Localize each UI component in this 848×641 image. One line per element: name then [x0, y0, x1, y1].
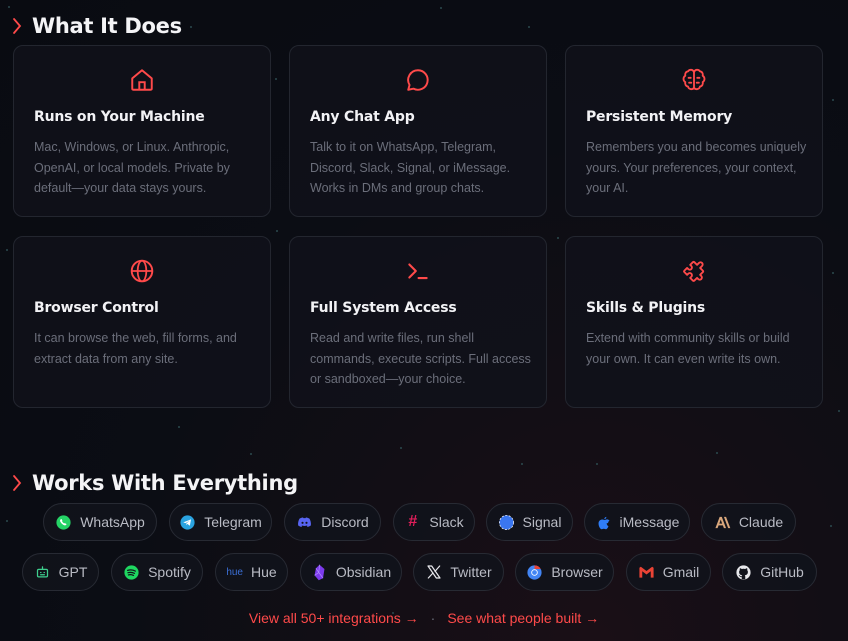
integration-chip-imessage[interactable]: iMessage [584, 503, 690, 541]
slack-icon: # [408, 513, 418, 530]
integration-chip-github[interactable]: GitHub [722, 553, 817, 591]
feature-card-browser: Browser Control It can browse the web, f… [13, 236, 271, 408]
integration-label: GitHub [760, 564, 804, 580]
integration-label: Obsidian [335, 564, 392, 580]
integration-links: View all 50+ integrations → · See what peo… [0, 610, 848, 626]
integration-chip-obsidian[interactable]: Obsidian [300, 553, 402, 591]
claude-icon [714, 514, 731, 531]
home-icon [131, 69, 153, 91]
showcase-link[interactable]: See what people built → [447, 610, 599, 626]
whatsapp-icon [55, 514, 72, 531]
integration-chip-gmail[interactable]: Gmail [626, 553, 711, 591]
hue-icon: hue [226, 566, 243, 578]
spotify-icon [123, 564, 140, 581]
integration-chip-telegram[interactable]: Telegram [169, 503, 272, 541]
feature-description: Extend with community skills or build yo… [586, 331, 790, 366]
feature-description: Talk to it on WhatsApp, Telegram, Discor… [310, 140, 511, 195]
gmail-icon [638, 564, 655, 581]
feature-card-chat-app: Any Chat App Talk to it on WhatsApp, Tel… [289, 45, 547, 217]
link-separator: · [430, 610, 436, 626]
integration-chip-browser[interactable]: Browser [515, 553, 614, 591]
globe-icon [130, 259, 154, 283]
integrations-heading: Works With Everything [12, 471, 298, 495]
integration-chip-spotify[interactable]: Spotify [111, 553, 203, 591]
feature-description: It can browse the web, fill forms, and e… [34, 331, 237, 366]
terminal-icon [408, 263, 428, 280]
feature-title: Full System Access [310, 300, 457, 316]
feature-title: Runs on Your Machine [34, 109, 205, 125]
section-title-features: What It Does [32, 14, 182, 38]
feature-card-runs-local: Runs on Your Machine Mac, Windows, or Li… [13, 45, 271, 217]
integration-label: WhatsApp [80, 514, 145, 530]
feature-card-system-access: Full System Access Read and write files,… [289, 236, 547, 408]
integration-label: Hue [251, 564, 277, 580]
signal-icon [498, 514, 515, 531]
features-heading: What It Does [12, 14, 182, 38]
chevron-right-icon [13, 18, 22, 34]
integration-chip-gpt[interactable]: GPT [22, 553, 99, 591]
discord-icon [296, 514, 313, 531]
section-title-integrations: Works With Everything [32, 471, 298, 495]
integration-label: Signal [522, 514, 562, 530]
feature-title: Any Chat App [310, 109, 415, 125]
integration-chip-discord[interactable]: Discord [284, 503, 381, 541]
brain-icon [682, 68, 706, 90]
integration-chip-twitter[interactable]: Twitter [413, 553, 504, 591]
integration-label: iMessage [619, 514, 680, 530]
puzzle-icon [683, 260, 705, 282]
feature-description: Remembers you and becomes uniquely yours… [586, 140, 807, 195]
integration-label: Twitter [450, 564, 492, 580]
obsidian-icon [311, 564, 328, 581]
integration-chip-claude[interactable]: Claude [701, 503, 796, 541]
integration-label: GPT [58, 564, 88, 580]
telegram-icon [179, 514, 196, 531]
feature-card-skills: Skills & Plugins Extend with community s… [565, 236, 823, 408]
feature-title: Browser Control [34, 300, 159, 316]
integration-chip-slack[interactable]: # Slack [393, 503, 475, 541]
feature-card-memory: Persistent Memory Remembers you and beco… [565, 45, 823, 217]
feature-title: Skills & Plugins [586, 300, 706, 316]
feature-description: Read and write files, run shell commands… [310, 331, 531, 386]
feature-description: Mac, Windows, or Linux. Anthropic, OpenA… [34, 140, 230, 195]
integration-label: Claude [738, 514, 784, 530]
feature-title: Persistent Memory [586, 109, 733, 125]
github-icon [735, 564, 752, 581]
view-all-integrations-link[interactable]: View all 50+ integrations → [249, 610, 419, 626]
integration-label: Gmail [662, 564, 700, 580]
integration-label: Telegram [204, 514, 262, 530]
chevron-right-icon [13, 475, 22, 491]
integration-label: Discord [321, 514, 369, 530]
chrome-icon [526, 564, 543, 581]
integration-label: Spotify [148, 564, 191, 580]
integration-chip-whatsapp[interactable]: WhatsApp [43, 503, 157, 541]
apple-icon [595, 514, 612, 531]
chat-bubble-icon [407, 69, 429, 91]
x-icon [425, 564, 442, 581]
integration-label: Browser [551, 564, 603, 580]
integration-label: Slack [429, 514, 464, 530]
integration-chip-hue[interactable]: hue Hue [215, 553, 288, 591]
gpt-icon [34, 564, 51, 581]
integration-chip-signal[interactable]: Signal [486, 503, 573, 541]
